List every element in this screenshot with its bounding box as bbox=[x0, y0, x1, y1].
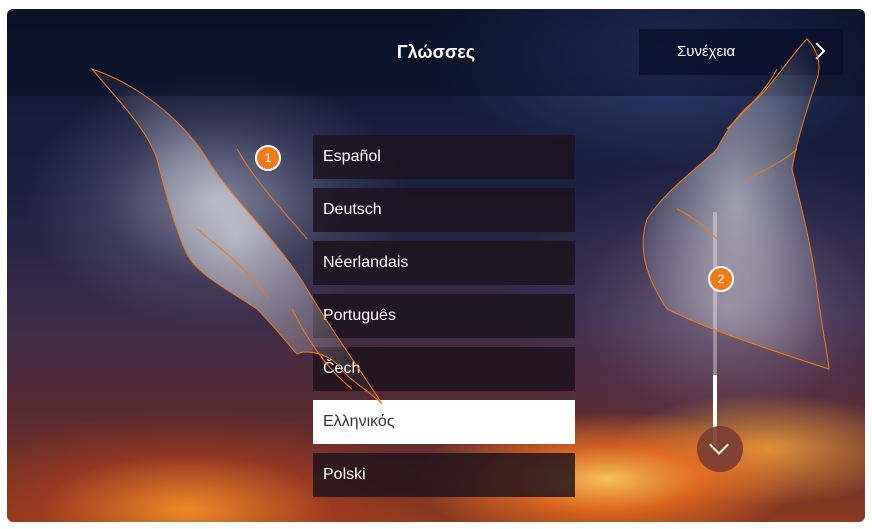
language-item-label: Ελληνικός bbox=[323, 413, 395, 430]
language-item-label: Néerlandais bbox=[323, 254, 409, 271]
callout-badge-1: 1 bbox=[255, 145, 281, 171]
language-item-label: Español bbox=[323, 148, 381, 165]
language-item-label: Čech bbox=[323, 360, 361, 377]
language-item[interactable]: Español bbox=[313, 135, 575, 179]
language-item[interactable]: Néerlandais bbox=[313, 241, 575, 285]
device-screen: Γλώσσες Συνέχεια Español Deutsch Néerlan… bbox=[7, 9, 865, 522]
language-item-selected[interactable]: Ελληνικός bbox=[313, 400, 575, 444]
language-item[interactable]: Čech bbox=[313, 347, 575, 391]
top-bar: Γλώσσες Συνέχεια bbox=[7, 9, 865, 96]
callout-badge-2: 2 bbox=[708, 266, 734, 292]
next-button-label: Συνέχεια bbox=[677, 43, 736, 60]
language-item[interactable]: Português bbox=[313, 294, 575, 338]
language-item-label: Deutsch bbox=[323, 201, 382, 218]
language-item-label: Polski bbox=[323, 466, 366, 483]
language-item[interactable]: Polski bbox=[313, 453, 575, 497]
chevron-right-icon bbox=[808, 42, 826, 60]
language-item-label: Português bbox=[323, 307, 396, 324]
language-item[interactable]: Deutsch bbox=[313, 188, 575, 232]
next-button[interactable]: Συνέχεια bbox=[639, 29, 843, 75]
page-title: Γλώσσες bbox=[396, 42, 476, 62]
scroll-down-button[interactable] bbox=[697, 426, 743, 472]
